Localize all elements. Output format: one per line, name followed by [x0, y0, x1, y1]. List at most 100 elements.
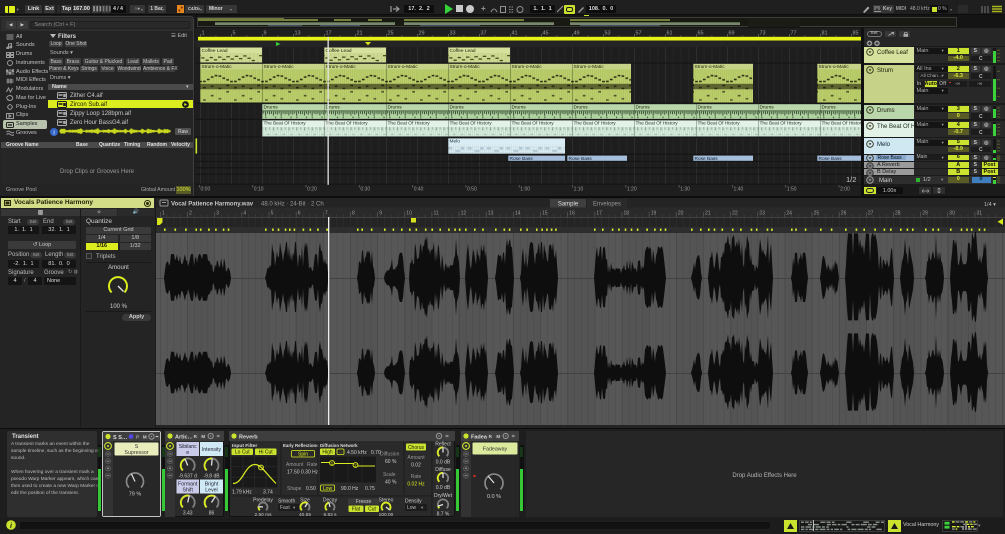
svg-text:Spin: Spin — [298, 451, 308, 457]
svg-text:0.02 Hz: 0.02 Hz — [407, 481, 425, 487]
svg-text:0:50: 0:50 — [467, 187, 477, 193]
svg-text:Drums: Drums — [512, 105, 527, 111]
svg-text:Strum-o-Matic: Strum-o-Matic — [574, 64, 605, 70]
svg-text:2: 2 — [189, 210, 192, 216]
svg-text:6.83 s: 6.83 s — [323, 511, 337, 516]
svg-text:29: 29 — [419, 31, 425, 37]
svg-text:Artic…: Artic… — [175, 434, 193, 440]
svg-text:3.74: 3.74 — [263, 489, 273, 495]
svg-text:0.30 Hz: 0.30 Hz — [301, 469, 319, 475]
svg-text:Smooth: Smooth — [278, 498, 295, 504]
svg-text:65: 65 — [698, 31, 704, 37]
svg-text:Rate: Rate — [411, 474, 422, 480]
svg-text:81: 81 — [822, 31, 828, 37]
svg-text:M: M — [143, 434, 147, 439]
svg-text:40 %: 40 % — [385, 479, 397, 485]
svg-text:Melo: Melo — [450, 139, 461, 145]
svg-text:100.00: 100.00 — [379, 511, 394, 516]
svg-text:48.0 kHz · 24-Bit · 2 Ch: 48.0 kHz · 24-Bit · 2 Ch — [261, 201, 324, 207]
svg-text:57: 57 — [636, 31, 642, 37]
svg-text:0.0 %: 0.0 % — [487, 494, 501, 500]
svg-text:1:00: 1:00 — [520, 187, 530, 193]
svg-text:Low: Low — [323, 485, 333, 491]
svg-text:-9.8 dB: -9.8 dB — [203, 473, 220, 479]
svg-text:The Beat Of History: The Beat Of History — [698, 121, 741, 127]
svg-text:Density: Density — [405, 498, 422, 504]
svg-text:Drums: Drums — [450, 105, 465, 111]
svg-text:1: 1 — [202, 31, 205, 37]
svg-text:17.50: 17.50 — [287, 469, 300, 475]
svg-text:37: 37 — [481, 31, 487, 37]
svg-text:1/2: 1/2 — [846, 175, 856, 184]
svg-text:0:10: 0:10 — [254, 187, 264, 193]
svg-text:Strum-o-Matic: Strum-o-Matic — [326, 64, 357, 70]
svg-text:69: 69 — [729, 31, 735, 37]
svg-text:Strum-o-Matic: Strum-o-Matic — [450, 64, 481, 70]
svg-text:79 %: 79 % — [129, 491, 142, 497]
svg-text:P: P — [136, 434, 139, 439]
svg-text:Drums: Drums — [574, 105, 589, 111]
svg-text:11: 11 — [434, 210, 439, 216]
svg-text:Lo Cut: Lo Cut — [235, 449, 250, 455]
svg-text:6: 6 — [298, 210, 301, 216]
svg-text:5: 5 — [271, 210, 274, 216]
svg-text:5: 5 — [233, 31, 236, 37]
svg-text:Sample: Sample — [558, 201, 579, 207]
svg-text:8.7 %: 8.7 % — [437, 511, 450, 517]
svg-text:S S…: S S… — [113, 435, 127, 441]
svg-text:9: 9 — [264, 31, 267, 37]
svg-text:Low: Low — [407, 505, 417, 511]
svg-text:Strum-o-Matic: Strum-o-Matic — [264, 64, 295, 70]
svg-text:Amount: Amount — [407, 455, 425, 461]
svg-text:Strum-o-Matic: Strum-o-Matic — [819, 64, 850, 70]
svg-text:Rose Bass: Rose Bass — [695, 156, 719, 162]
svg-text:Rose Bass: Rose Bass — [569, 156, 593, 162]
svg-text:Drums: Drums — [698, 105, 713, 111]
svg-text:21: 21 — [357, 31, 363, 37]
svg-text:Level: Level — [205, 487, 217, 493]
svg-text:1.79 kHz: 1.79 kHz — [232, 489, 252, 495]
svg-text:90.0 Hz: 90.0 Hz — [341, 486, 359, 492]
svg-text:1/4 ▾: 1/4 ▾ — [984, 202, 996, 208]
svg-text:-9.637 d: -9.637 d — [179, 473, 198, 479]
svg-text:33: 33 — [450, 31, 456, 37]
svg-text:Strum-o-Matic: Strum-o-Matic — [202, 64, 233, 70]
svg-text:17: 17 — [326, 31, 332, 37]
svg-text:Supressor: Supressor — [124, 450, 148, 456]
svg-text:Coffee Lead: Coffee Lead — [450, 48, 476, 54]
svg-text:M: M — [201, 433, 205, 438]
svg-text:Flat: Flat — [352, 506, 361, 512]
svg-text:The Beat Of History: The Beat Of History — [326, 121, 369, 127]
svg-text:49: 49 — [574, 31, 580, 37]
svg-text:The Beat Of History: The Beat Of History — [760, 121, 803, 127]
svg-text:Strum-o-Matic: Strum-o-Matic — [512, 64, 543, 70]
svg-text:Fadeaway: Fadeaway — [483, 446, 508, 452]
svg-text:2.50 ms: 2.50 ms — [254, 511, 272, 516]
svg-text:85: 85 — [853, 31, 859, 37]
svg-text:Envelopes: Envelopes — [593, 201, 621, 207]
svg-text:Diffusion: Diffusion — [380, 451, 400, 457]
svg-text:⋅⋅: ⋅⋅ — [339, 449, 342, 454]
svg-text:The Beat Of History: The Beat Of History — [574, 121, 617, 127]
svg-text:77: 77 — [791, 31, 797, 37]
svg-text:Rose Bass: Rose Bass — [819, 156, 843, 162]
svg-text:0:00: 0:00 — [201, 187, 211, 193]
svg-text:0.0 dB: 0.0 dB — [436, 459, 451, 465]
svg-text:Coffee Lead: Coffee Lead — [202, 48, 228, 54]
svg-text:Rate: Rate — [307, 462, 318, 468]
svg-text:45: 45 — [543, 31, 549, 37]
svg-text:1:40: 1:40 — [734, 187, 744, 193]
svg-text:Chorus: Chorus — [408, 444, 425, 450]
svg-text:60 %: 60 % — [385, 459, 397, 465]
svg-text:0.0 dB: 0.0 dB — [436, 485, 451, 491]
svg-text:1:30: 1:30 — [680, 187, 690, 193]
svg-text:8: 8 — [352, 210, 355, 216]
svg-text:Early Reflections: Early Reflections — [283, 443, 319, 448]
svg-text:Strum-o-Matic: Strum-o-Matic — [695, 64, 726, 70]
svg-text:Rose Bass: Rose Bass — [510, 156, 534, 162]
svg-text:40.55: 40.55 — [299, 511, 311, 516]
svg-text:3.43: 3.43 — [183, 510, 193, 516]
svg-text:Fast: Fast — [280, 505, 290, 511]
svg-text:The Beat Of History: The Beat Of History — [264, 121, 307, 127]
svg-text:2:00: 2:00 — [840, 187, 850, 193]
